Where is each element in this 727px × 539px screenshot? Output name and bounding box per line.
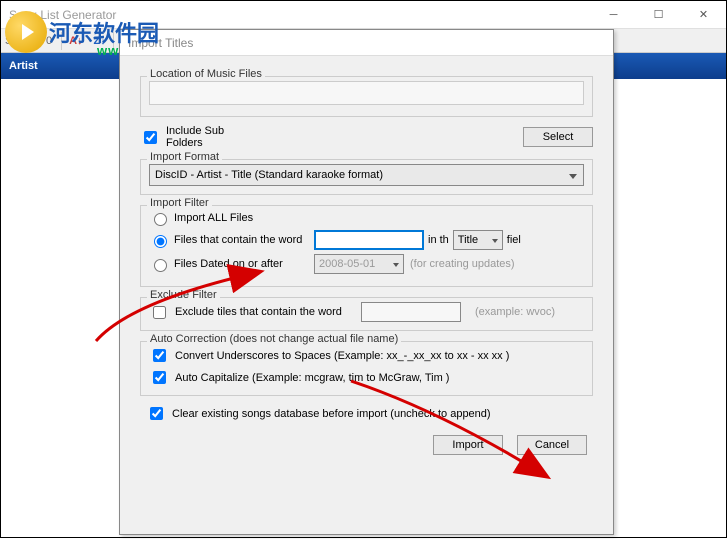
songs-count: Songs - 0 bbox=[5, 35, 52, 47]
dialog-title: Import Titles bbox=[120, 30, 613, 56]
window-title: Song List Generator bbox=[9, 8, 591, 22]
filter-field-combo[interactable]: Title bbox=[453, 230, 503, 250]
auto-fieldset: Auto Correction (does not change actual … bbox=[140, 341, 593, 396]
select-button[interactable]: Select bbox=[523, 127, 593, 147]
import-dialog: Import Titles Location of Music Files In… bbox=[119, 29, 614, 535]
filter-date-value: 2008-05-01 bbox=[319, 258, 375, 270]
filter-date-label: Files Dated on or after bbox=[174, 258, 314, 270]
capitalize-checkbox[interactable] bbox=[153, 371, 166, 384]
location-path bbox=[149, 81, 584, 105]
include-sub-checkbox[interactable] bbox=[144, 131, 157, 144]
column-artist[interactable]: Artist bbox=[9, 60, 38, 72]
cancel-button[interactable]: Cancel bbox=[517, 435, 587, 455]
close-button[interactable]: ✕ bbox=[681, 1, 726, 29]
filter-word-input[interactable] bbox=[314, 230, 424, 250]
import-button[interactable]: Import bbox=[433, 435, 503, 455]
clear-label: Clear existing songs database before imp… bbox=[172, 408, 552, 420]
filter-field-value: Title bbox=[458, 234, 478, 246]
filter-date-radio[interactable] bbox=[154, 259, 167, 272]
fiel-label: fiel bbox=[507, 234, 521, 246]
filter-word-radio[interactable] bbox=[154, 235, 167, 248]
main-titlebar: Song List Generator ─ ☐ ✕ bbox=[1, 1, 726, 29]
format-value: DiscID - Artist - Title (Standard karaok… bbox=[155, 169, 383, 181]
filter-word-label: Files that contain the word bbox=[174, 234, 314, 246]
filter-fieldset: Import Filter Import ALL Files Files tha… bbox=[140, 205, 593, 287]
format-combo[interactable]: DiscID - Artist - Title (Standard karaok… bbox=[149, 164, 584, 186]
include-sub-label: Include Sub Folders bbox=[166, 125, 256, 149]
filter-legend: Import Filter bbox=[147, 197, 212, 209]
exclude-hint: (example: wvoc) bbox=[475, 306, 555, 318]
exclude-input[interactable] bbox=[361, 302, 461, 322]
location-fieldset: Location of Music Files bbox=[140, 76, 593, 117]
filter-date-hint: (for creating updates) bbox=[410, 258, 515, 270]
underscores-label: Convert Underscores to Spaces (Example: … bbox=[175, 350, 509, 362]
clear-checkbox[interactable] bbox=[150, 407, 163, 420]
in-th-label: in th bbox=[428, 234, 449, 246]
format-fieldset: Import Format DiscID - Artist - Title (S… bbox=[140, 159, 593, 195]
filter-date-picker[interactable]: 2008-05-01 bbox=[314, 254, 404, 274]
maximize-button[interactable]: ☐ bbox=[636, 1, 681, 29]
minimize-button[interactable]: ─ bbox=[591, 1, 636, 29]
sort-az-button[interactable]: A↓ bbox=[65, 33, 86, 49]
exclude-checkbox[interactable] bbox=[153, 306, 166, 319]
auto-legend: Auto Correction (does not change actual … bbox=[147, 333, 401, 345]
exclude-label: Exclude tiles that contain the word bbox=[175, 306, 355, 318]
underscores-checkbox[interactable] bbox=[153, 349, 166, 362]
filter-all-radio[interactable] bbox=[154, 213, 167, 226]
location-legend: Location of Music Files bbox=[147, 68, 265, 80]
exclude-fieldset: Exclude Filter Exclude tiles that contai… bbox=[140, 297, 593, 331]
filter-all-label: Import ALL Files bbox=[174, 212, 253, 224]
exclude-legend: Exclude Filter bbox=[147, 289, 220, 301]
capitalize-label: Auto Capitalize (Example: mcgraw, tim to… bbox=[175, 372, 449, 384]
format-legend: Import Format bbox=[147, 151, 222, 163]
